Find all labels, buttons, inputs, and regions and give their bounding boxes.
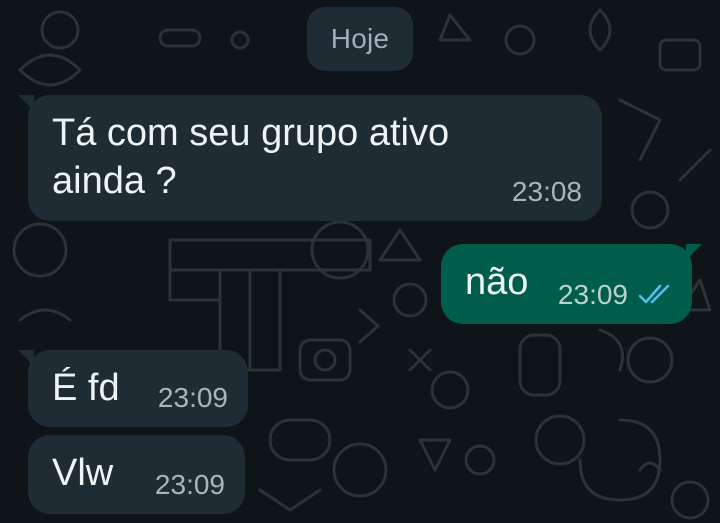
date-divider-label: Hoje: [330, 23, 390, 54]
message-text: É fd: [52, 367, 120, 409]
double-check-read-icon: [638, 284, 670, 303]
message-meta: 23:09: [558, 277, 672, 312]
date-divider: Hoje: [307, 7, 413, 71]
message-time: 23:09: [557, 279, 628, 310]
chat-area[interactable]: Hoje Tá com seu grupo ativo ainda ? 23:0…: [0, 0, 720, 523]
message-meta: 23:09: [158, 380, 228, 415]
message-bubble-incoming[interactable]: Vlw 23:09: [28, 435, 245, 514]
message-time: 23:09: [157, 382, 228, 413]
message-text: Tá com seu grupo ativo ainda ?: [52, 112, 450, 202]
message-meta: 23:09: [155, 467, 225, 502]
message-bubble-incoming[interactable]: Tá com seu grupo ativo ainda ? 23:08: [18, 95, 602, 221]
message-bubble-outgoing[interactable]: não 23:09: [441, 244, 702, 324]
message-time: 23:09: [154, 469, 225, 500]
message-time: 23:08: [511, 176, 582, 207]
message-bubble-incoming[interactable]: É fd 23:09: [18, 350, 248, 427]
message-meta: 23:08: [512, 174, 582, 209]
message-text: não: [465, 261, 529, 303]
message-text: Vlw: [52, 452, 114, 494]
